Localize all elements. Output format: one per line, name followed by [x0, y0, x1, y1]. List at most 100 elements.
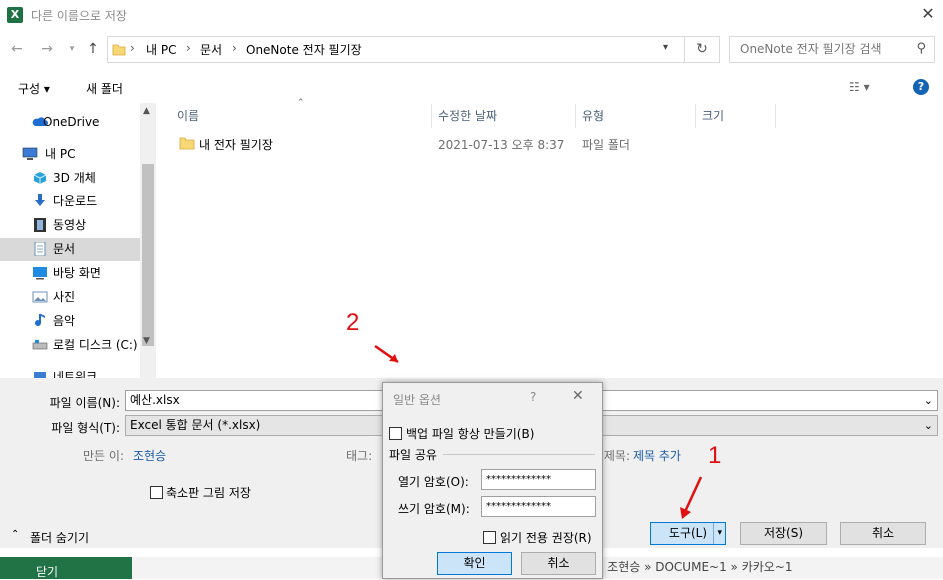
nav-item-documents[interactable]: 문서	[0, 238, 140, 261]
breadcrumb-item-onenote[interactable]: OneNote 전자 필기장	[246, 41, 362, 58]
section-divider	[443, 454, 595, 455]
nav-item-desktop[interactable]: 바탕 화면	[18, 262, 140, 285]
chevron-up-icon[interactable]: ⌃	[11, 529, 19, 540]
nav-item-videos[interactable]: 동영상	[18, 214, 140, 237]
excel-app-icon: X	[7, 7, 23, 23]
desktop-icon	[33, 267, 47, 280]
readonly-checkbox[interactable]	[483, 531, 496, 544]
save-button[interactable]: 저장(S)	[740, 522, 827, 545]
breadcrumb-separator-icon: ›	[186, 41, 191, 55]
open-password-field[interactable]: *************	[481, 469, 596, 490]
annotation-arrow-icon	[680, 476, 703, 519]
nav-item-this-pc[interactable]: 내 PC	[18, 143, 140, 166]
file-name: 내 전자 필기장	[199, 138, 273, 152]
view-options-icon[interactable]: ☷ ▾	[849, 80, 870, 94]
breadcrumb-item-pc[interactable]: 내 PC	[146, 41, 176, 58]
music-note-icon	[35, 314, 45, 327]
thumbnail-label: 축소판 그림 저장	[166, 486, 251, 500]
filetype-label: 파일 형식(T):	[51, 421, 120, 435]
readonly-label: 읽기 전용 권장(R)	[500, 531, 592, 545]
dialog-help-button[interactable]: ?	[530, 390, 536, 404]
scroll-down-icon[interactable]: ▼	[143, 336, 150, 346]
hide-folders-button[interactable]: 폴더 숨기기	[30, 529, 89, 546]
column-divider[interactable]	[431, 104, 432, 128]
general-options-dialog: 일반 옵션 ? ✕ 백업 파일 항상 만들기(B) 파일 공유 열기 암호(O)…	[382, 382, 603, 579]
column-header-modified[interactable]: 수정한 날짜	[438, 104, 497, 128]
dialog-close-icon[interactable]: ✕	[572, 388, 584, 404]
nav-item-pictures[interactable]: 사진	[18, 286, 140, 309]
new-folder-button[interactable]: 새 폴더	[86, 80, 123, 97]
write-password-label: 쓰기 암호(M):	[398, 502, 470, 516]
dialog-cancel-button[interactable]: 취소	[521, 552, 596, 575]
nav-item-network[interactable]: 네트워크	[18, 366, 140, 378]
filetype-dropdown-chevron-icon[interactable]: ⌄	[924, 416, 933, 435]
up-arrow-icon[interactable]: ↑	[84, 40, 102, 58]
refresh-icon[interactable]: ↻	[685, 36, 720, 63]
cube-icon	[33, 172, 47, 184]
drive-icon	[32, 340, 48, 350]
tools-dropdown-chevron-icon[interactable]: ▾	[713, 523, 722, 544]
nav-scrollbar-thumb[interactable]	[142, 164, 154, 346]
search-input[interactable]	[740, 42, 910, 56]
title-value[interactable]: 제목 추가	[633, 447, 681, 464]
nav-item-onedrive[interactable]: OneDrive	[18, 111, 140, 134]
help-icon[interactable]: ?	[913, 79, 929, 95]
recent-locations-chevron-icon[interactable]: ▾	[63, 40, 81, 58]
title-bar: X 다른 이름으로 저장 ✕	[0, 0, 943, 30]
window-title: 다른 이름으로 저장	[31, 9, 127, 23]
download-arrow-icon	[35, 194, 45, 206]
cancel-button[interactable]: 취소	[840, 522, 926, 545]
annotation-marker-1: 1	[708, 442, 722, 469]
column-header-size[interactable]: 크기	[702, 104, 724, 128]
toolbar	[0, 71, 943, 101]
tags-label: 태그:	[346, 449, 373, 463]
write-password-field[interactable]: *************	[481, 496, 596, 517]
open-password-label: 열기 암호(O):	[398, 475, 469, 489]
thumbnail-checkbox[interactable]	[150, 486, 163, 499]
nav-item-3d-objects[interactable]: 3D 개체	[18, 167, 140, 190]
organize-menu-button[interactable]: 구성 ▾	[18, 80, 50, 97]
sort-ascending-icon: ⌃	[297, 98, 305, 108]
path-text: » 조현승 » DOCUME~1 » 카카오~1	[596, 560, 793, 574]
scroll-up-icon[interactable]: ▲	[143, 106, 150, 116]
annotation-arrow-icon	[374, 344, 399, 364]
backup-label: 백업 파일 항상 만들기(B)	[406, 427, 535, 441]
file-row[interactable]: 내 전자 필기장 2021-07-13 오후 8:37 파일 폴더	[170, 133, 770, 155]
tools-button[interactable]: 도구(L) ▾	[650, 522, 726, 545]
folder-icon	[112, 44, 126, 56]
search-box[interactable]: ⚲	[729, 36, 935, 63]
filename-dropdown-chevron-icon[interactable]: ⌄	[924, 391, 933, 410]
filename-label: 파일 이름(N):	[49, 396, 120, 410]
back-arrow-icon[interactable]: ←	[8, 40, 26, 58]
column-header-type[interactable]: 유형	[582, 104, 604, 128]
close-backstage-label[interactable]: 닫기	[36, 563, 58, 580]
search-icon: ⚲	[916, 41, 926, 56]
address-dropdown-chevron-icon[interactable]: ▾	[663, 42, 668, 53]
breadcrumb-separator-icon: ›	[130, 41, 135, 55]
column-divider[interactable]	[695, 104, 696, 128]
address-bar[interactable]	[107, 36, 685, 63]
dialog-ok-button[interactable]: 확인	[437, 552, 512, 575]
nav-item-local-disk[interactable]: 로컬 디스크 (C:)	[18, 334, 140, 357]
nav-item-music[interactable]: 음악	[18, 310, 140, 333]
forward-arrow-icon[interactable]: →	[38, 40, 56, 58]
network-icon	[34, 372, 46, 378]
close-window-button[interactable]: ✕	[918, 4, 938, 24]
breadcrumb-item-documents[interactable]: 문서	[200, 41, 222, 58]
picture-icon	[32, 291, 48, 303]
column-divider[interactable]	[775, 104, 776, 128]
film-icon	[34, 218, 46, 232]
computer-icon	[22, 147, 38, 160]
file-modified: 2021-07-13 오후 8:37	[438, 138, 565, 152]
backup-checkbox[interactable]	[389, 427, 402, 440]
document-icon	[34, 242, 46, 256]
file-type: 파일 폴더	[582, 138, 630, 152]
column-divider[interactable]	[575, 104, 576, 128]
author-label: 만든 이:	[83, 449, 124, 463]
folder-icon	[179, 137, 195, 150]
file-sharing-header: 파일 공유	[389, 448, 437, 462]
excel-backstage-strip: 닫기	[0, 557, 132, 579]
nav-item-downloads[interactable]: 다운로드	[18, 190, 140, 213]
column-header-name[interactable]: 이름	[177, 104, 199, 128]
author-value[interactable]: 조현승	[133, 447, 166, 464]
